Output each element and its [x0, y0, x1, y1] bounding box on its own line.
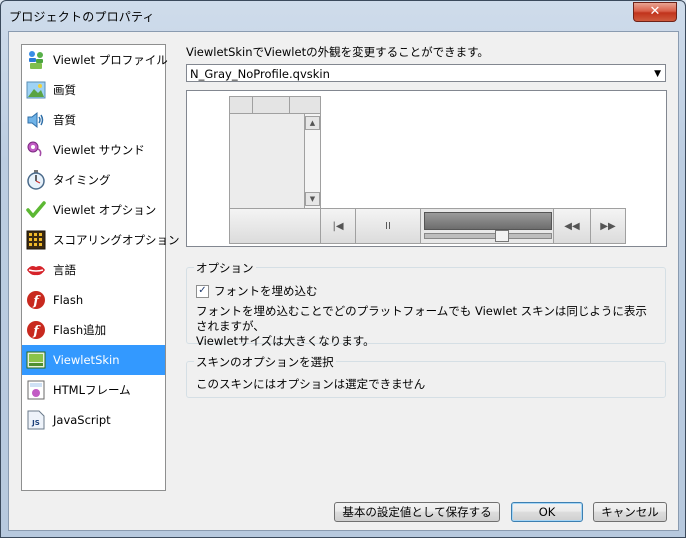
sidebar-item-viewletskin[interactable]: ViewletSkin [22, 345, 165, 375]
scoreboard-icon [26, 230, 46, 250]
window-title: プロジェクトのプロパティ [9, 10, 155, 24]
embed-fonts-checkbox[interactable]: ✓ [196, 284, 209, 298]
sidebar-item-javascript[interactable]: JS JavaScript [22, 405, 165, 435]
skin-select[interactable]: N_Gray_NoProfile.qvskin ▼ [186, 64, 666, 82]
sidebar-item-flash[interactable]: f Flash [22, 285, 165, 315]
embed-fonts-note: フォントを埋め込むことでどのプラットフォームでも Viewlet スキンは同じよ… [196, 304, 656, 349]
sidebar-item-label: タイミング [53, 173, 111, 187]
stopwatch-icon [26, 170, 46, 190]
preview-control-left [229, 208, 321, 244]
skin-preview: ▲ ▼ |◀ II ◀◀ ▶▶ [186, 90, 667, 247]
forward-icon: ▶▶ [590, 208, 626, 244]
sidebar-item-timing[interactable]: タイミング [22, 165, 165, 195]
javascript-icon: JS [26, 410, 46, 430]
sidebar-item-viewlet-sound[interactable]: Viewlet サウンド [22, 135, 165, 165]
skin-options-legend: スキンのオプションを選択 [194, 354, 336, 370]
sidebar-item-label: Viewlet プロファイル [53, 53, 168, 67]
pause-icon: II [355, 208, 421, 244]
checkmark-icon [26, 200, 46, 220]
save-as-default-button[interactable]: 基本の設定値として保存する [334, 502, 500, 522]
sidebar-item-language[interactable]: 言語 [22, 255, 165, 285]
category-list: Viewlet プロファイル 画質 音質 Viewlet サウンド タイミング … [21, 44, 180, 491]
progress-area [420, 208, 554, 244]
first-icon: |◀ [320, 208, 356, 244]
lips-icon [26, 260, 46, 280]
chevron-down-icon[interactable]: ▼ [654, 65, 661, 83]
skin-options-group: スキンのオプションを選択 このスキンにはオプションは選定できません [186, 354, 666, 398]
sidebar-item-label: Flash [53, 293, 84, 307]
properties-dialog: プロジェクトのプロパティ ✕ Viewlet プロファイル 画質 音質 View… [0, 0, 686, 538]
sidebar-item-label: HTMLフレーム [53, 383, 131, 397]
note-line: Viewletサイズは大きくなります。 [196, 334, 375, 348]
sidebar-item-viewlet-options[interactable]: Viewlet オプション [22, 195, 165, 225]
close-button[interactable]: ✕ [633, 2, 677, 22]
image-quality-icon [26, 80, 46, 100]
skin-select-value: N_Gray_NoProfile.qvskin [190, 67, 330, 81]
sidebar-item-label: Viewlet オプション [53, 203, 157, 217]
ok-button[interactable]: OK [511, 502, 583, 522]
scroll-down-icon: ▼ [305, 192, 320, 206]
html-frame-icon [26, 380, 46, 400]
player-skin-preview: ▲ ▼ |◀ II ◀◀ ▶▶ [229, 96, 627, 244]
sidebar-item-label: 言語 [53, 263, 76, 277]
note-line: フォントを埋め込むことでどのプラットフォームでも Viewlet スキンは同じよ… [196, 304, 647, 333]
sidebar-item-scoring-options[interactable]: スコアリングオプション [22, 225, 180, 255]
options-group: オプション ✓ フォントを埋め込む フォントを埋め込むことでどのプラットフォーム… [186, 260, 666, 348]
embed-fonts-label[interactable]: フォントを埋め込む [214, 283, 318, 299]
sidebar-item-label: 画質 [53, 83, 76, 97]
sidebar-item-label: 音質 [53, 113, 76, 127]
cancel-button[interactable]: キャンセル [593, 502, 667, 522]
scroll-up-icon: ▲ [305, 116, 320, 130]
options-group-legend: オプション [194, 260, 256, 276]
sidebar-item-label: JavaScript [53, 413, 111, 427]
skin-options-text: このスキンにはオプションは選定できません [196, 377, 426, 391]
dialog-client-area: Viewlet プロファイル 画質 音質 Viewlet サウンド タイミング … [8, 31, 679, 531]
sidebar-item-flash-add[interactable]: f Flash追加 [22, 315, 165, 345]
sidebar-item-html-frame[interactable]: HTMLフレーム [22, 375, 165, 405]
sidebar-item-label: Viewlet サウンド [53, 143, 145, 157]
skin-icon [26, 350, 46, 370]
volume-thumb [495, 230, 509, 242]
embed-fonts-row[interactable]: ✓ フォントを埋め込む [196, 283, 318, 299]
sidebar-item-viewlet-profile[interactable]: Viewlet プロファイル [22, 45, 168, 75]
speaker-icon [26, 110, 46, 130]
profile-icon [26, 50, 46, 70]
sidebar-item-sound-quality[interactable]: 音質 [22, 105, 165, 135]
panel-description: ViewletSkinでViewletの外観を変更することができます。 [186, 45, 489, 59]
sidebar-item-label: ViewletSkin [53, 353, 120, 367]
flash-icon: f [26, 290, 46, 310]
sidebar-item-label: スコアリングオプション [53, 233, 180, 247]
sound-icon [26, 140, 46, 160]
svg-text:JS: JS [31, 419, 40, 427]
flash-add-icon: f [26, 320, 46, 340]
sidebar-item-image-quality[interactable]: 画質 [22, 75, 165, 105]
volume-track [424, 233, 552, 239]
preview-table-header [229, 96, 321, 114]
sidebar-item-label: Flash追加 [53, 323, 107, 337]
title-bar[interactable]: プロジェクトのプロパティ ✕ [1, 1, 685, 31]
rewind-icon: ◀◀ [553, 208, 591, 244]
progress-track [424, 212, 552, 230]
